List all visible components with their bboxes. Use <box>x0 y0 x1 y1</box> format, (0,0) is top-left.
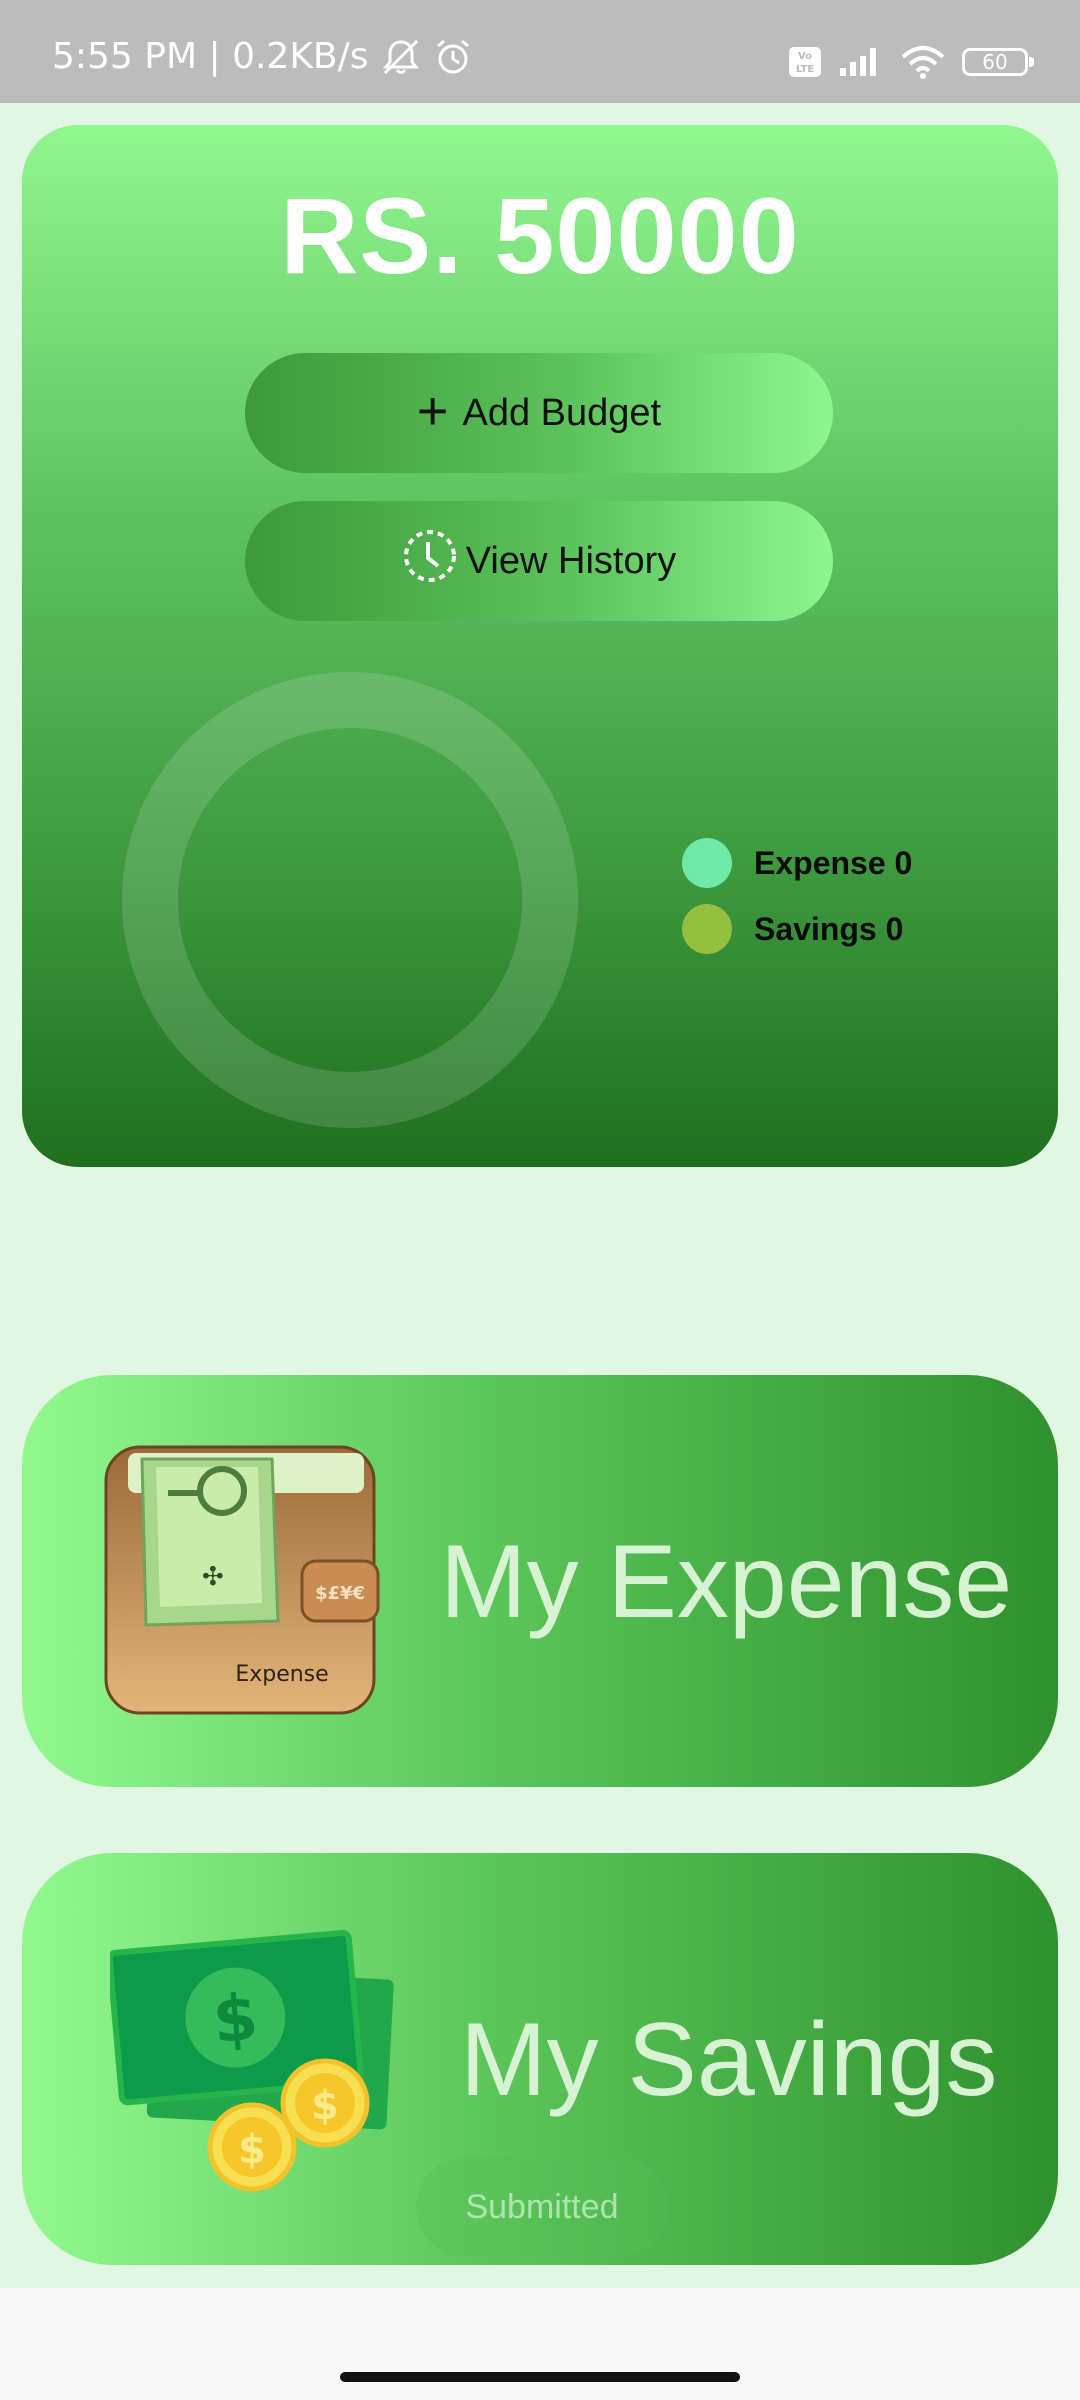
volte-icon: Vo LTE <box>788 46 822 78</box>
view-history-label: View History <box>465 539 677 582</box>
submitted-toast: Submitted <box>416 2157 668 2257</box>
mute-notification-icon <box>379 37 423 77</box>
alarm-icon <box>433 37 473 77</box>
home-indicator[interactable] <box>340 2372 740 2382</box>
legend-item-savings: Savings 0 <box>682 904 912 954</box>
my-expense-card[interactable]: ✣ $£¥€ Expense My Expense <box>22 1375 1058 1787</box>
expense-legend-dot <box>682 838 732 888</box>
signal-icon <box>838 46 884 78</box>
wifi-icon <box>900 45 946 79</box>
add-budget-button[interactable]: + Add Budget <box>245 353 833 473</box>
status-right: Vo LTE 60 <box>788 45 1034 79</box>
view-history-button[interactable]: View History <box>245 501 833 621</box>
svg-text:Vo: Vo <box>798 51 812 62</box>
plus-icon: + <box>416 381 449 441</box>
budget-donut-chart <box>122 672 578 1128</box>
my-expense-label: My Expense <box>440 1524 1013 1640</box>
wallet-icon: ✣ $£¥€ Expense <box>104 1445 380 1715</box>
savings-legend-label: Savings 0 <box>754 910 904 947</box>
budget-card: RS. 50000 + Add Budget View History Expe… <box>22 125 1058 1167</box>
history-icon <box>402 528 458 594</box>
money-icon: $ $ $ <box>110 1929 394 2192</box>
budget-amount: RS. 50000 <box>280 175 800 296</box>
svg-text:✣: ✣ <box>202 1562 224 1592</box>
gesture-navigation-bar <box>0 2288 1080 2400</box>
savings-legend-dot <box>682 904 732 954</box>
status-bar: 5:55 PM | 0.2KB/s Vo LTE 60 <box>0 0 1080 103</box>
legend-item-expense: Expense 0 <box>682 838 912 888</box>
my-savings-card[interactable]: $ $ $ My Savings Submitted <box>22 1853 1058 2265</box>
add-budget-label: Add Budget <box>462 391 662 434</box>
battery-icon: 60 <box>962 48 1034 76</box>
status-time-speed: 5:55 PM | 0.2KB/s <box>52 36 369 77</box>
wallet-icon-text: Expense <box>235 1662 328 1687</box>
expense-legend-label: Expense 0 <box>754 844 913 881</box>
wallet-clasp-text: $£¥€ <box>315 1583 365 1604</box>
chart-legend: Expense 0 Savings 0 <box>682 838 912 970</box>
status-left: 5:55 PM | 0.2KB/s <box>52 36 473 77</box>
svg-text:$: $ <box>311 2083 339 2129</box>
svg-text:LTE: LTE <box>796 64 815 75</box>
svg-text:$: $ <box>238 2127 266 2173</box>
my-savings-label: My Savings <box>460 2002 998 2118</box>
svg-text:$: $ <box>210 1981 261 2059</box>
